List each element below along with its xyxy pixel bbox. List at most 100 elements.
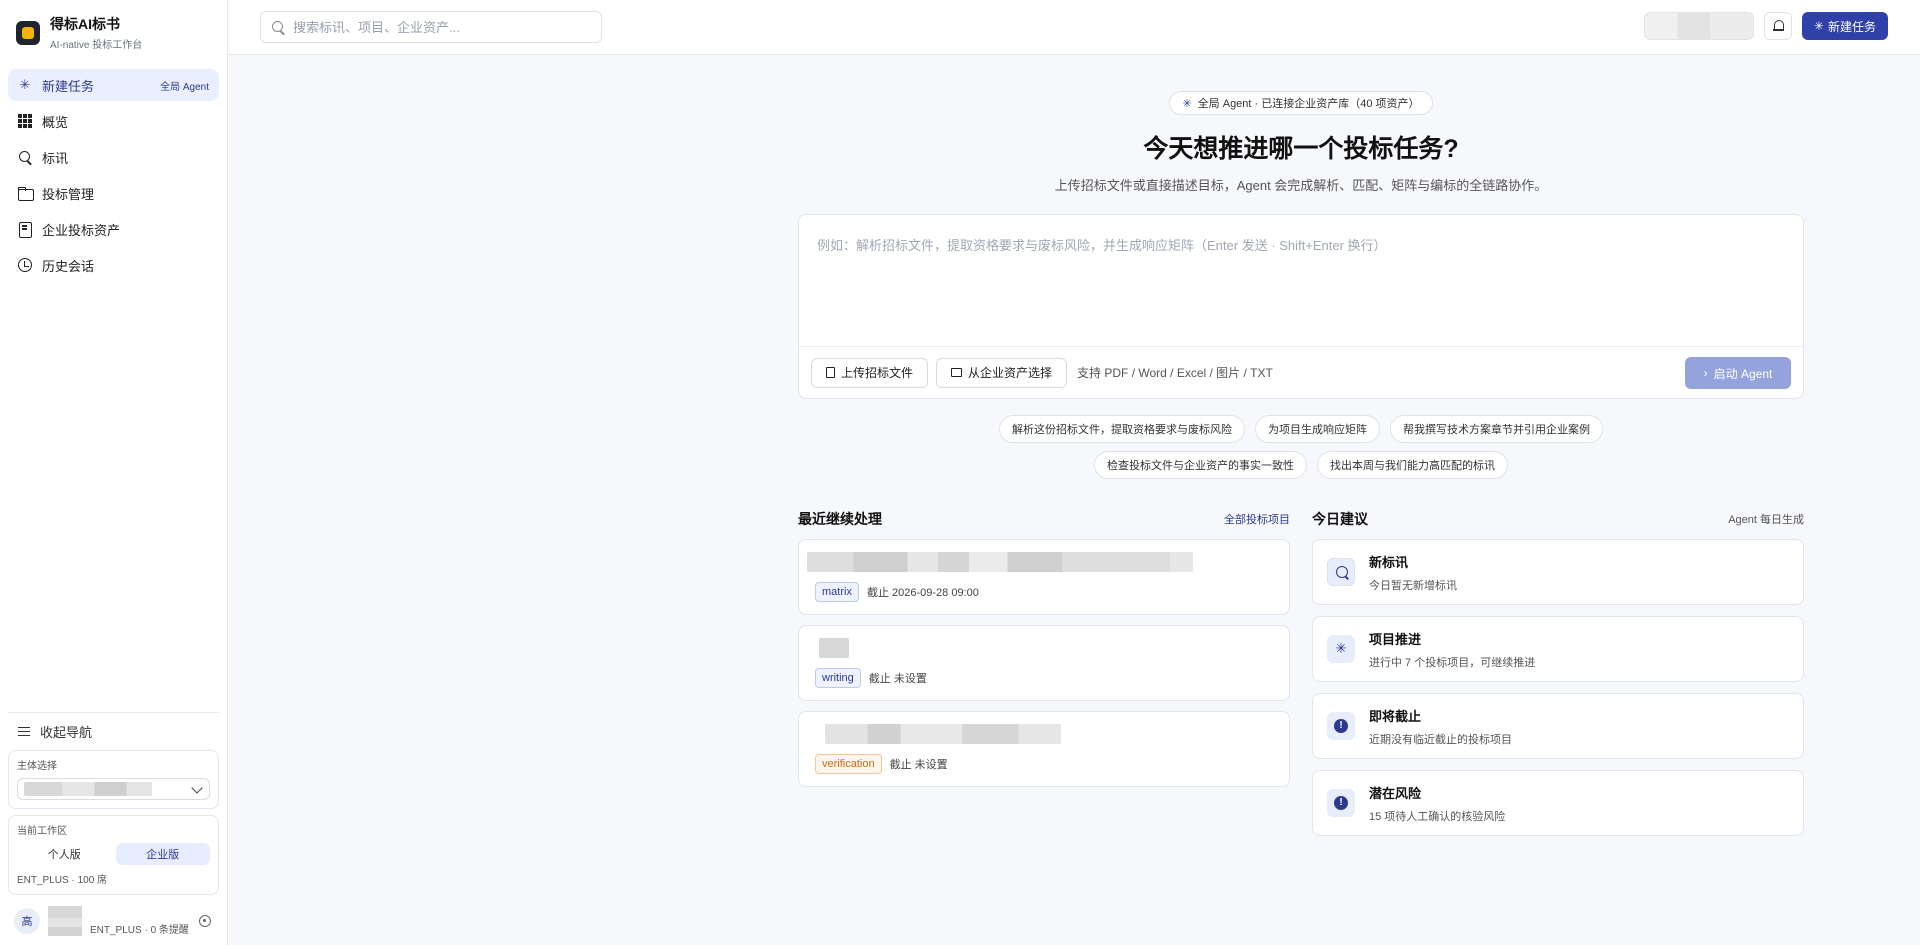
new-task-button[interactable]: ✳ 新建任务 — [1801, 12, 1888, 40]
sidebar-item-bids[interactable]: 标讯 — [8, 141, 219, 173]
project-title-redacted — [825, 724, 1061, 744]
start-agent-button[interactable]: › 启动 Agent — [1685, 357, 1791, 389]
workspace-option-enterprise[interactable]: 企业版 — [115, 843, 210, 865]
entity-panel: 主体选择 — [8, 750, 219, 809]
workspace-option-personal[interactable]: 个人版 — [17, 843, 112, 865]
workspace-label: 当前工作区 — [17, 826, 67, 837]
suggestion-title: 新标讯 — [1369, 554, 1409, 570]
chevron-right-icon: › — [1703, 366, 1708, 380]
collapse-label: 收起导航 — [40, 725, 93, 740]
folder-icon — [18, 186, 34, 201]
suggestion-title: 即将截止 — [1369, 708, 1422, 724]
search-icon — [1327, 558, 1355, 586]
sidebar-item-tag: 全局 Agent — [160, 81, 209, 93]
workspace-switch: 个人版 企业版 — [17, 843, 210, 865]
topbar-actions: ✳ 新建任务 — [1643, 12, 1888, 40]
all-projects-link[interactable]: 全部投标项目 — [1224, 511, 1290, 527]
entity-label: 主体选择 — [17, 761, 57, 772]
chip-check-consistency[interactable]: 检查投标文件与企业资产的事实一致性 — [1094, 451, 1307, 479]
select-asset-button[interactable]: 从企业资产选择 — [936, 357, 1068, 388]
menu-icon — [18, 726, 30, 737]
sidebar-item-label: 新建任务 — [42, 78, 95, 94]
suggestion-desc: 近期没有临近截止的投标项目 — [1369, 733, 1512, 746]
entity-select[interactable] — [17, 778, 210, 800]
bell-icon[interactable] — [1763, 12, 1792, 40]
stage-badge: matrix — [815, 582, 859, 602]
account-switcher-redacted[interactable] — [1643, 12, 1754, 40]
sidebar-nav: ✳ 新建任务 全局 Agent 概览 标讯 投标管理 企业投标资产 历史会话 — [0, 61, 227, 285]
agent-status-text: 全局 Agent · 已连接企业资产库（40 项资产） — [1197, 98, 1420, 110]
stage-badge: writing — [815, 668, 861, 688]
chip-generate-matrix[interactable]: 为项目生成响应矩阵 — [1255, 415, 1380, 443]
recent-title: 最近继续处理 — [798, 511, 882, 527]
alert-icon — [1327, 712, 1355, 740]
suggestion-chips: 解析这份招标文件，提取资格要求与废标风险 为项目生成响应矩阵 帮我撰写技术方案章… — [798, 415, 1804, 479]
suggestion-card-new-bids[interactable]: 新标讯 今日暂无新增标讯 — [1312, 539, 1804, 605]
recent-card[interactable]: writing 截止 未设置 — [798, 625, 1290, 701]
due-date: 截止 2026-09-28 09:00 — [866, 587, 979, 599]
sidebar-item-new-task[interactable]: ✳ 新建任务 全局 Agent — [8, 69, 219, 101]
suggestions-note: Agent 每日生成 — [1728, 514, 1804, 526]
suggestion-title: 项目推进 — [1369, 631, 1422, 647]
sidebar-item-label: 标讯 — [42, 150, 69, 166]
book-icon — [18, 222, 32, 238]
search-box[interactable] — [260, 11, 602, 43]
alert-icon — [1327, 789, 1355, 817]
search-input[interactable] — [293, 19, 573, 35]
suggestions-section: 今日建议 Agent 每日生成 新标讯 今日暂无新增标讯 ✳ 项目推进 进行中 … — [1312, 509, 1804, 847]
chevron-down-icon — [191, 782, 203, 794]
dashboard-columns: 最近继续处理 全部投标项目 matrix 截止 2026-09-28 09:00 — [798, 509, 1804, 847]
prompt-input[interactable] — [817, 235, 1777, 335]
chip-parse-tender[interactable]: 解析这份招标文件，提取资格要求与废标风险 — [999, 415, 1245, 443]
grid-icon — [18, 114, 32, 128]
chip-write-tech-plan[interactable]: 帮我撰写技术方案章节并引用企业案例 — [1390, 415, 1603, 443]
plan-text: ENT_PLUS · 100 席 — [17, 875, 108, 886]
collapse-nav-button[interactable]: 收起导航 — [8, 712, 219, 750]
suggestions-title: 今日建议 — [1312, 511, 1368, 527]
chip-find-matching-bids[interactable]: 找出本周与我们能力高匹配的标讯 — [1317, 451, 1508, 479]
composer-toolbar: 上传招标文件 从企业资产选择 支持 PDF / Word / Excel / 图… — [799, 346, 1803, 398]
stage-badge: verification — [815, 754, 882, 774]
hero-title: 今天想推进哪一个投标任务? — [1143, 135, 1459, 163]
due-date: 截止 未设置 — [889, 759, 948, 771]
center-column: ✳ 全局 Agent · 已连接企业资产库（40 项资产） 今天想推进哪一个投标… — [798, 55, 1804, 847]
user-meta: ENT_PLUS · 0 条提醒 — [90, 924, 189, 936]
brand-subtitle: AI-native 投标工作台 — [50, 40, 143, 51]
project-title-redacted — [807, 552, 1193, 572]
start-agent-label: 启动 Agent — [1713, 366, 1773, 381]
spark-icon — [1327, 635, 1355, 663]
search-icon — [18, 150, 32, 164]
suggestion-desc: 今日暂无新增标讯 — [1369, 579, 1457, 592]
brand[interactable]: 得标AI标书 AI-native 投标工作台 — [0, 0, 227, 61]
suggestion-card-progress[interactable]: 项目推进 进行中 7 个投标项目，可继续推进 — [1312, 616, 1804, 682]
avatar: 高 — [14, 908, 40, 934]
recent-card[interactable]: verification 截止 未设置 — [798, 711, 1290, 787]
suggestion-title: 潜在风险 — [1369, 785, 1422, 801]
sidebar-item-enterprise-assets[interactable]: 企业投标资产 — [8, 213, 219, 245]
composer: 上传招标文件 从企业资产选择 支持 PDF / Word / Excel / 图… — [798, 214, 1804, 399]
project-title-redacted — [819, 638, 849, 658]
new-task-label: 新建任务 — [1827, 19, 1876, 34]
select-asset-label: 从企业资产选择 — [968, 366, 1053, 380]
brand-title: 得标AI标书 — [50, 16, 120, 32]
main: ✳ 新建任务 ✳ 全局 Agent · 已连接企业资产库（40 项资产） 今天想… — [228, 0, 1920, 945]
sidebar-item-history[interactable]: 历史会话 — [8, 249, 219, 281]
upload-file-button[interactable]: 上传招标文件 — [811, 357, 929, 388]
entity-value-redacted — [24, 782, 152, 796]
spark-icon: ✳ — [1182, 97, 1192, 110]
document-icon — [826, 367, 835, 378]
user-profile[interactable]: 高 ENT_PLUS · 0 条提醒 — [8, 901, 219, 941]
recent-card[interactable]: matrix 截止 2026-09-28 09:00 — [798, 539, 1290, 615]
agent-status-pill: ✳ 全局 Agent · 已连接企业资产库（40 项资产） — [1169, 91, 1433, 115]
sidebar-item-bid-management[interactable]: 投标管理 — [8, 177, 219, 209]
suggestion-card-risk[interactable]: 潜在风险 15 项待人工确认的核验风险 — [1312, 770, 1804, 836]
workspace-panel: 当前工作区 个人版 企业版 ENT_PLUS · 100 席 — [8, 815, 219, 895]
gear-icon[interactable] — [199, 915, 211, 927]
due-date: 截止 未设置 — [868, 673, 927, 685]
suggestion-desc: 进行中 7 个投标项目，可继续推进 — [1369, 656, 1536, 669]
suggestion-card-deadline[interactable]: 即将截止 近期没有临近截止的投标项目 — [1312, 693, 1804, 759]
brand-logo-icon — [16, 20, 40, 45]
sidebar-item-overview[interactable]: 概览 — [8, 105, 219, 137]
hero-subtitle: 上传招标文件或直接描述目标，Agent 会完成解析、匹配、矩阵与编标的全链路协作… — [1054, 178, 1548, 193]
recent-section: 最近继续处理 全部投标项目 matrix 截止 2026-09-28 09:00 — [798, 509, 1290, 847]
